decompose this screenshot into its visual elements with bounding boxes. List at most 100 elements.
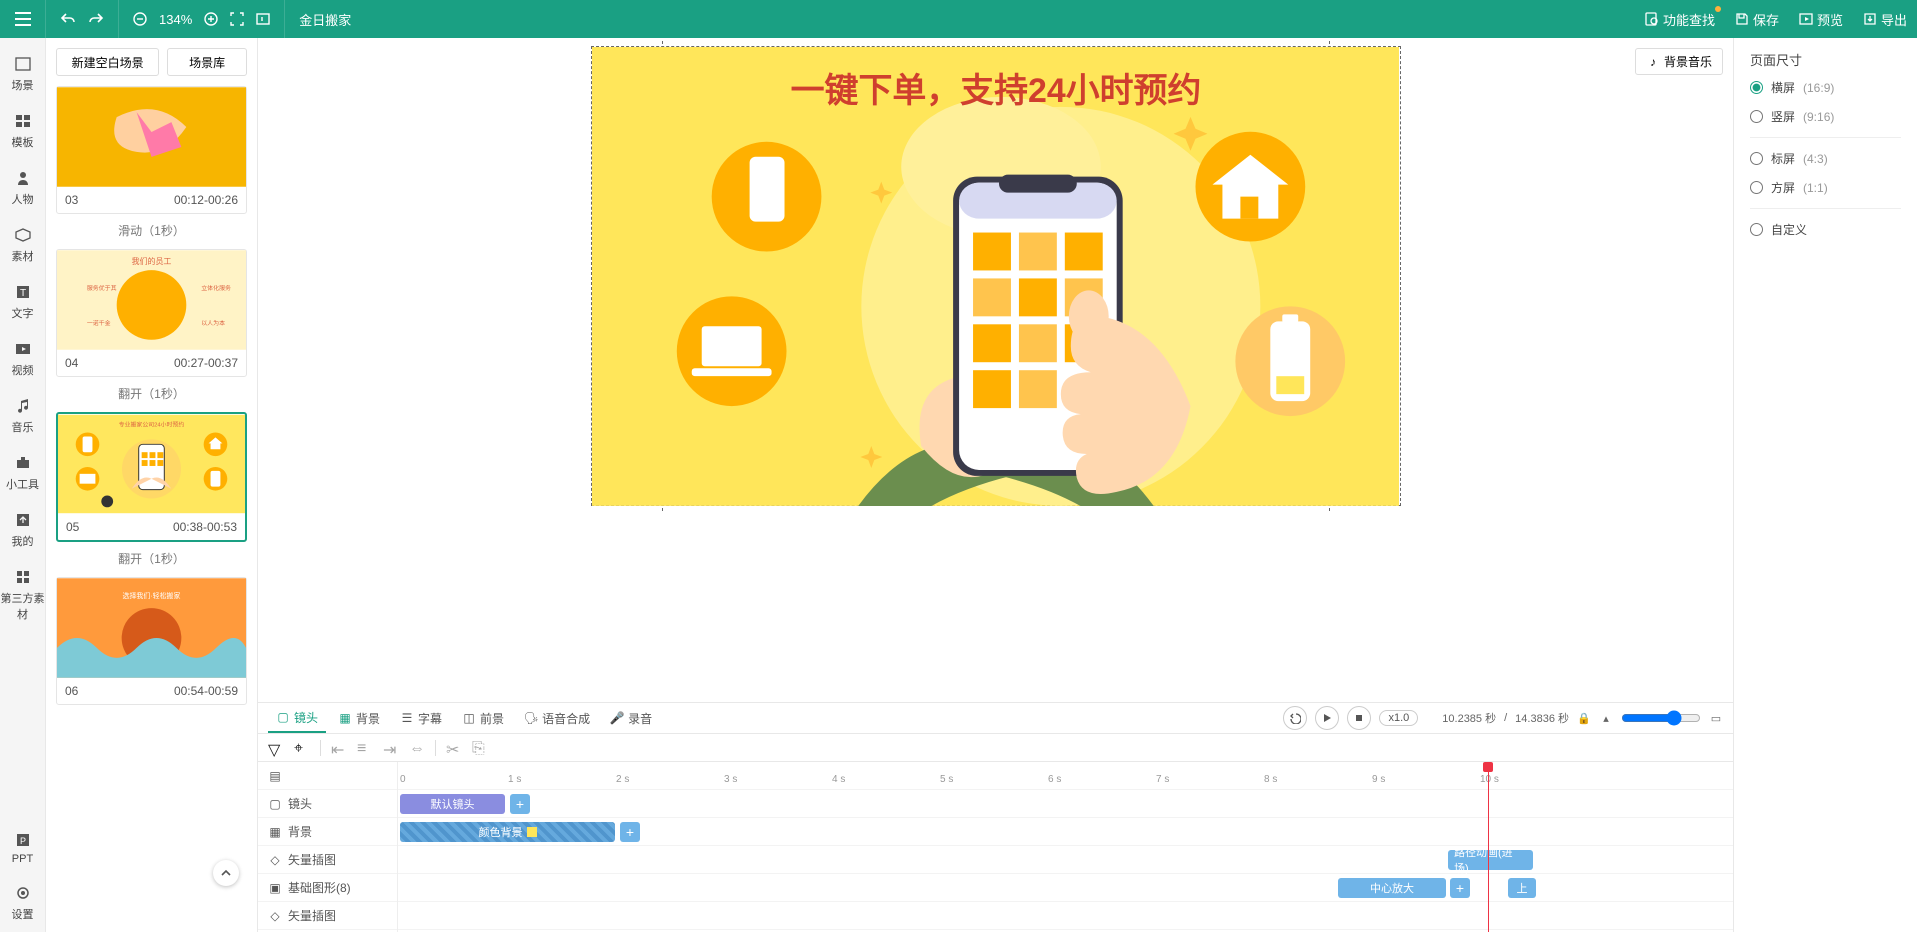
aspect-option-landscape[interactable]: 横屏(16:9) xyxy=(1750,79,1901,96)
sidebar-item-ppt[interactable]: PPPT xyxy=(0,822,45,875)
timeline-toolbar: ▽ ⌖ ⇤ ≡ ⇥ ⇔ ✂ ⎘ xyxy=(258,734,1733,762)
undo-button[interactable] xyxy=(60,12,76,26)
sidebar-item-music[interactable]: 音乐 xyxy=(0,388,45,445)
search-doc-icon xyxy=(1645,12,1659,26)
feature-search-label: 功能查找 xyxy=(1663,10,1715,29)
track-camera[interactable]: 默认镜头 + xyxy=(398,790,1733,818)
transition-label[interactable]: 翻开（1秒） xyxy=(56,550,247,567)
transition-label[interactable]: 滑动（1秒） xyxy=(56,222,247,239)
cut-tool[interactable]: ✂ xyxy=(446,740,462,756)
rewind-button[interactable] xyxy=(1283,706,1307,730)
tab-subtitle[interactable]: ☰字幕 xyxy=(392,703,450,733)
add-bg-clip[interactable]: + xyxy=(620,822,640,842)
tl-row-vector[interactable]: ◇矢量插图 xyxy=(258,846,397,874)
aspect-option-square[interactable]: 方屏(1:1) xyxy=(1750,179,1901,196)
sidebar-item-mine[interactable]: 我的 xyxy=(0,502,45,559)
fit-button[interactable] xyxy=(230,12,244,26)
tab-record[interactable]: 🎤录音 xyxy=(602,703,660,733)
export-button[interactable]: 导出 xyxy=(1853,0,1917,38)
actual-size-button[interactable] xyxy=(256,12,270,26)
lock-icon[interactable]: 🔒 xyxy=(1577,711,1591,725)
svg-text:一诺千金: 一诺千金 xyxy=(87,319,111,327)
gear-icon xyxy=(0,883,45,903)
bg-music-button[interactable]: ♪ 背景音乐 xyxy=(1635,48,1723,75)
canvas-area[interactable]: ♪ 背景音乐 默认镜头 一键下单，支持24小时预约 xyxy=(258,38,1733,702)
redo-button[interactable] xyxy=(88,12,104,26)
upload-icon xyxy=(0,510,45,530)
sidebar-item-widget[interactable]: 小工具 xyxy=(0,445,45,502)
scene-card-selected[interactable]: 专业搬家公司24小时预约 0500:38-00:53 xyxy=(56,412,247,542)
zoom-out-button[interactable] xyxy=(133,12,147,26)
aspect-option-custom[interactable]: 自定义 xyxy=(1750,221,1901,238)
align-left-tool[interactable]: ⇤ xyxy=(331,740,347,756)
sidebar-item-scene[interactable]: 场景 xyxy=(0,46,45,103)
tab-camera[interactable]: ▢镜头 xyxy=(268,703,326,733)
scene-library-button[interactable]: 场景库 xyxy=(167,48,247,76)
aspect-option-portrait[interactable]: 竖屏(9:16) xyxy=(1750,108,1901,125)
tl-row-bg[interactable]: ▦背景 xyxy=(258,818,397,846)
clip-default-camera[interactable]: 默认镜头 xyxy=(400,794,505,814)
sidebar-item-video[interactable]: 视频 xyxy=(0,331,45,388)
add-camera-clip[interactable]: + xyxy=(510,794,530,814)
timeline-ruler[interactable]: 0 1 s 2 s 3 s 4 s 5 s 6 s 7 s 8 s 9 s 10… xyxy=(398,762,1733,790)
clip-up[interactable]: 上 xyxy=(1508,878,1536,898)
link-tool[interactable]: ⎘ xyxy=(472,740,488,756)
sidebar-item-person[interactable]: 人物 xyxy=(0,160,45,217)
sidebar-item-template[interactable]: 模板 xyxy=(0,103,45,160)
feature-search-button[interactable]: 功能查找 xyxy=(1635,0,1725,38)
ppt-icon: P xyxy=(0,830,45,850)
align-right-tool[interactable]: ⇥ xyxy=(383,740,399,756)
track-vector2[interactable] xyxy=(398,902,1733,930)
tab-tts[interactable]: 🗣语音合成 xyxy=(516,703,598,733)
scene-card[interactable]: 0300:12-00:26 xyxy=(56,86,247,214)
canvas-artwork[interactable]: 一键下单，支持24小时预约 xyxy=(592,47,1400,506)
tl-row-camera[interactable]: ▢镜头 xyxy=(258,790,397,818)
play-button[interactable] xyxy=(1315,706,1339,730)
bg-row-icon: ▦ xyxy=(268,825,282,839)
new-blank-scene-button[interactable]: 新建空白场景 xyxy=(56,48,159,76)
tab-background[interactable]: ▦背景 xyxy=(330,703,388,733)
timeline-zoom-slider[interactable] xyxy=(1621,710,1701,726)
filter-tool[interactable]: ▽ xyxy=(268,740,284,756)
stop-button[interactable] xyxy=(1347,706,1371,730)
track-shapes[interactable]: 中心放大 + 上 xyxy=(398,874,1733,902)
transition-label[interactable]: 翻开（1秒） xyxy=(56,385,247,402)
sidebar-item-asset[interactable]: 素材 xyxy=(0,217,45,274)
zoom-in-button[interactable] xyxy=(204,12,218,26)
menu-button[interactable] xyxy=(0,0,46,38)
vector-row-icon: ◇ xyxy=(268,853,282,867)
save-icon xyxy=(1735,12,1749,26)
tl-row-shapes[interactable]: ▣基础图形(8) xyxy=(258,874,397,902)
video-icon xyxy=(0,339,45,359)
save-button[interactable]: 保存 xyxy=(1725,0,1789,38)
scene-card[interactable]: 选择我们·轻松搬家 0600:54-00:59 xyxy=(56,577,247,705)
collapse-icon[interactable]: ▴ xyxy=(1599,711,1613,725)
clip-color-bg[interactable]: 颜色背景 xyxy=(400,822,615,842)
cursor-tool[interactable]: ⌖ xyxy=(294,740,310,756)
playhead[interactable] xyxy=(1488,762,1489,932)
distribute-tool[interactable]: ⇔ xyxy=(409,740,425,756)
scroll-up-fab[interactable] xyxy=(213,860,239,886)
zoom-level[interactable]: 134% xyxy=(159,12,192,27)
track-vector1[interactable]: 路径动画(进场) xyxy=(398,846,1733,874)
sidebar-item-text[interactable]: T文字 xyxy=(0,274,45,331)
panel-title: 页面尺寸 xyxy=(1750,50,1901,69)
tl-row-vector2[interactable]: ◇矢量插图 xyxy=(258,902,397,930)
scene-time: 00:27-00:37 xyxy=(174,356,238,370)
speed-button[interactable]: x1.0 xyxy=(1379,710,1418,726)
sidebar-item-3rdparty[interactable]: 第三方素材 xyxy=(0,559,45,632)
tab-foreground[interactable]: ◫前景 xyxy=(454,703,512,733)
aspect-option-standard[interactable]: 标屏(4:3) xyxy=(1750,150,1901,167)
clip-center-zoom[interactable]: 中心放大 xyxy=(1338,878,1446,898)
zoom-fit-icon[interactable]: ▭ xyxy=(1709,711,1723,725)
scene-num: 06 xyxy=(65,684,78,698)
sidebar-item-settings[interactable]: 设置 xyxy=(0,875,45,932)
add-shape-clip[interactable]: + xyxy=(1450,878,1470,898)
tts-icon: 🗣 xyxy=(524,711,538,725)
scene-card[interactable]: 我们的员工 服务优于其 一诺千金 立体化服务 以人为本 0400:27-00:3… xyxy=(56,249,247,377)
track-bg[interactable]: 颜色背景 + xyxy=(398,818,1733,846)
preview-button[interactable]: 预览 xyxy=(1789,0,1853,38)
svg-text:以人为本: 以人为本 xyxy=(201,319,225,327)
clip-path-anim[interactable]: 路径动画(进场) xyxy=(1448,850,1533,870)
align-center-tool[interactable]: ≡ xyxy=(357,740,373,756)
